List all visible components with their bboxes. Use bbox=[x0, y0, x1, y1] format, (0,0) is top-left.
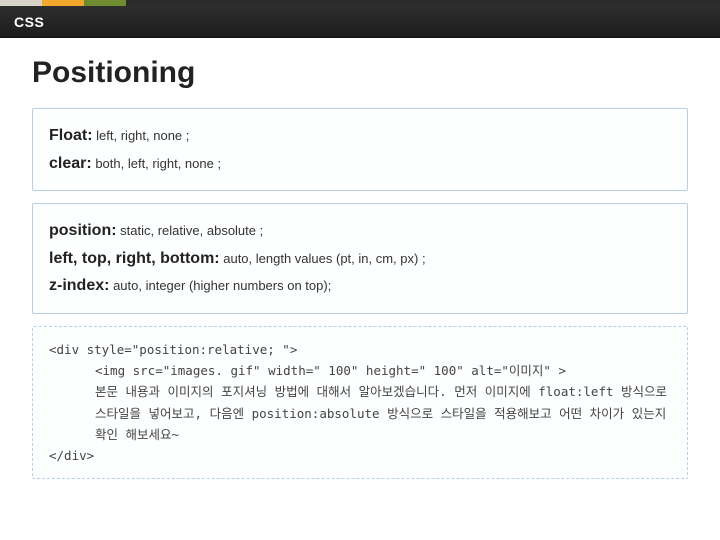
row-position: position: static, relative, absolute ; bbox=[49, 218, 671, 244]
title-bar: CSS bbox=[0, 6, 720, 38]
prop-clear: clear: bbox=[49, 155, 92, 172]
row-zindex: z-index: auto, integer (higher numbers o… bbox=[49, 273, 671, 299]
prop-zindex: z-index: bbox=[49, 277, 109, 294]
vals-zindex: auto, integer (higher numbers on top); bbox=[109, 278, 331, 293]
title-bar-label: CSS bbox=[14, 14, 44, 30]
page-title: Positioning bbox=[32, 56, 688, 90]
vals-clear: both, left, right, none ; bbox=[92, 156, 221, 171]
prop-position: position: bbox=[49, 222, 117, 239]
box-float-clear: Float: left, right, none ; clear: both, … bbox=[32, 108, 688, 191]
prop-ltrb: left, top, right, bottom: bbox=[49, 250, 220, 267]
vals-position: static, relative, absolute ; bbox=[117, 223, 264, 238]
content-area: Positioning Float: left, right, none ; c… bbox=[0, 38, 720, 479]
code-line-1: <div style="position:relative; "> bbox=[49, 342, 297, 357]
code-line-2: <img src="images. gif" width=" 100" heig… bbox=[49, 360, 671, 381]
code-line-4: </div> bbox=[49, 448, 94, 463]
prop-float: Float: bbox=[49, 127, 93, 144]
accent-seg bbox=[0, 0, 42, 6]
accent-bar bbox=[0, 0, 720, 6]
box-code-example: <div style="position:relative; "> <img s… bbox=[32, 326, 688, 480]
accent-seg bbox=[42, 0, 84, 6]
row-float: Float: left, right, none ; bbox=[49, 123, 671, 149]
row-clear: clear: both, left, right, none ; bbox=[49, 151, 671, 177]
vals-float: left, right, none ; bbox=[93, 128, 190, 143]
row-ltrb: left, top, right, bottom: auto, length v… bbox=[49, 246, 671, 272]
vals-ltrb: auto, length values (pt, in, cm, px) ; bbox=[220, 251, 426, 266]
code-line-3: 본문 내용과 이미지의 포지셔닝 방법에 대해서 알아보겠습니다. 먼저 이미지… bbox=[49, 381, 671, 445]
accent-seg bbox=[126, 0, 720, 6]
accent-seg bbox=[84, 0, 126, 6]
box-position: position: static, relative, absolute ; l… bbox=[32, 203, 688, 314]
